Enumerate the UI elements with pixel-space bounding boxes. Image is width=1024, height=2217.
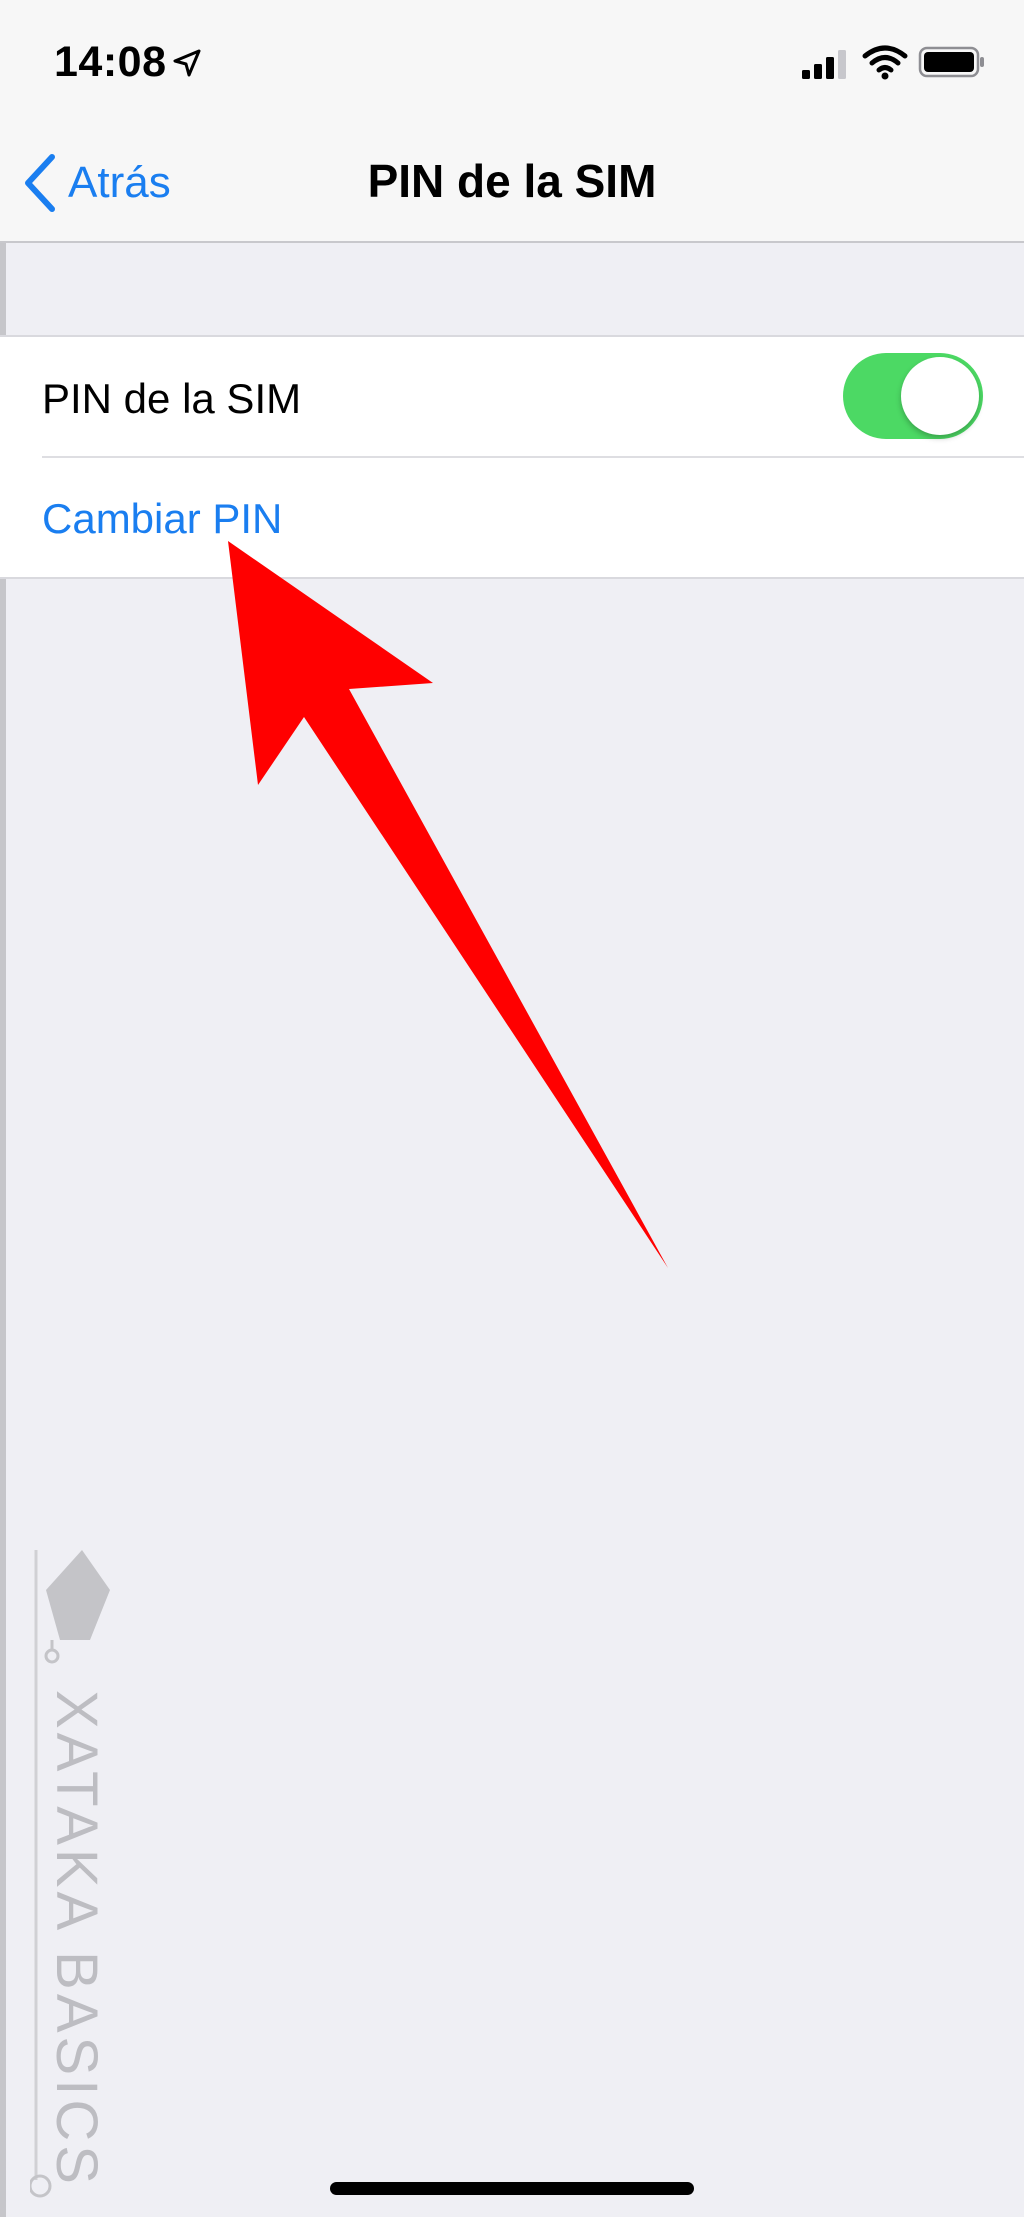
cellular-signal-icon	[802, 50, 846, 79]
sim-pin-settings-group: PIN de la SIM Cambiar PIN	[0, 335, 1024, 579]
toggle-knob	[901, 357, 979, 435]
sim-pin-row: PIN de la SIM	[0, 337, 1024, 456]
location-arrow-icon	[173, 49, 201, 77]
home-indicator[interactable]	[330, 2182, 694, 2195]
sim-pin-toggle[interactable]	[843, 353, 983, 439]
change-pin-row[interactable]: Cambiar PIN	[0, 457, 1024, 576]
battery-icon	[918, 46, 984, 78]
wifi-icon	[862, 45, 908, 80]
watermark-text: XATAKA BASICS	[44, 1690, 109, 2188]
sim-pin-label: PIN de la SIM	[42, 375, 302, 422]
annotation-arrow	[228, 541, 668, 1268]
status-time: 14:08	[54, 38, 167, 86]
left-edge-rule	[0, 0, 6, 2217]
change-pin-link[interactable]: Cambiar PIN	[42, 495, 282, 543]
status-bar: 14:08	[0, 0, 1024, 124]
page-title: PIN de la SIM	[367, 155, 657, 207]
navigation-bar: Atrás PIN de la SIM	[0, 124, 1024, 243]
